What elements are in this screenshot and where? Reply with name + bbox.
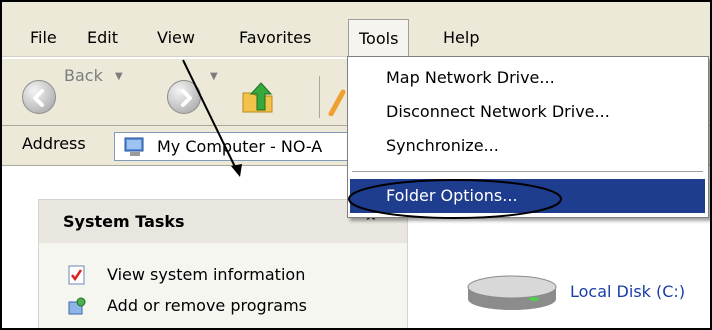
annotation-ellipse [348, 179, 562, 219]
annotation-arrow [182, 59, 239, 174]
explorer-window: File Edit View Favorites Tools Help Back… [0, 0, 712, 330]
annotation-arrowhead-icon [231, 164, 242, 177]
annotation-overlay [182, 59, 562, 219]
